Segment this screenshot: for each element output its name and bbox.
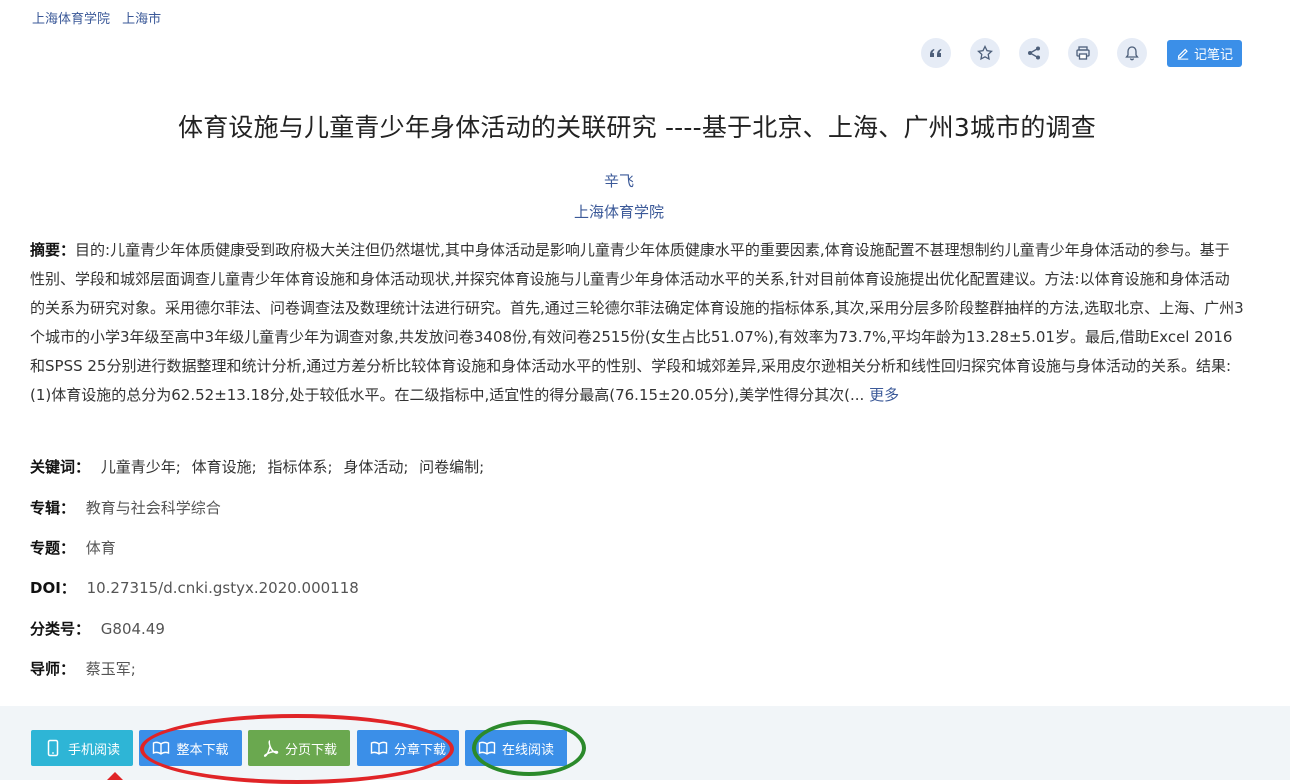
abstract: 摘要：目的:儿童青少年体质健康受到政府极大关注但仍然堪忧,其中身体活动是影响儿童…: [30, 236, 1244, 410]
topic-label: 专题：: [30, 539, 76, 557]
breadcrumb-city-link[interactable]: 上海市: [122, 12, 161, 27]
print-button[interactable]: [1067, 38, 1098, 68]
take-note-button[interactable]: 记笔记: [1166, 39, 1242, 67]
download-by-page-button[interactable]: 分页下载: [248, 730, 350, 766]
organization-link[interactable]: 上海体育学院: [0, 201, 1238, 222]
book-icon: [370, 741, 388, 755]
download-by-page-label: 分页下载: [284, 742, 337, 758]
pdf-icon: [263, 740, 279, 757]
topic-value: 体育: [85, 539, 116, 557]
keywords-label: 关键词：: [30, 458, 91, 476]
advisor-label: 导师：: [30, 660, 76, 678]
series-row: 专辑： 教育与社会科学综合: [30, 497, 221, 518]
read-online-button[interactable]: 在线阅读: [465, 730, 567, 766]
print-icon: [1076, 46, 1090, 60]
keyword-link[interactable]: 身体活动;: [343, 458, 408, 476]
keyword-link[interactable]: 问卷编制;: [419, 458, 484, 476]
doi-label: DOI：: [30, 579, 76, 597]
download-whole-label: 整本下载: [176, 742, 229, 758]
red-arrow-marker: [107, 772, 123, 780]
classification-row: 分类号： G804.49: [30, 618, 165, 639]
topic-row: 专题： 体育: [30, 537, 116, 558]
download-by-chapter-label: 分章下载: [393, 742, 446, 758]
take-note-label: 记笔记: [1193, 47, 1233, 63]
subscribe-button[interactable]: [1116, 38, 1147, 68]
book-icon: [478, 741, 496, 755]
keyword-link[interactable]: 儿童青少年;: [101, 458, 181, 476]
abstract-more-link[interactable]: 更多: [869, 386, 899, 404]
page-title: 体育设施与儿童青少年身体活动的关联研究 ----基于北京、上海、广州3城市的调查: [178, 113, 1096, 142]
series-value: 教育与社会科学综合: [85, 499, 221, 517]
quote-icon: [929, 49, 942, 57]
classification-label: 分类号：: [30, 620, 91, 638]
author-link[interactable]: 辛飞: [0, 170, 1238, 191]
phone-icon: [47, 739, 59, 757]
share-button[interactable]: [1018, 38, 1049, 68]
series-label: 专辑：: [30, 499, 76, 517]
doi-value: 10.27315/d.cnki.gstyx.2020.000118: [86, 579, 359, 597]
keyword-link[interactable]: 指标体系;: [267, 458, 332, 476]
favorite-button[interactable]: [969, 38, 1000, 68]
abstract-text: 目的:儿童青少年体质健康受到政府极大关注但仍然堪忧,其中身体活动是影响儿童青少年…: [30, 241, 1244, 404]
toolbar: 记笔记: [902, 38, 1242, 68]
mobile-read-label: 手机阅读: [67, 742, 120, 758]
breadcrumb: 上海体育学院 上海市: [32, 8, 169, 27]
advisor-row: 导师： 蔡玉军;: [30, 658, 136, 679]
advisor-link[interactable]: 蔡玉军;: [86, 660, 136, 678]
classification-value: G804.49: [100, 620, 165, 638]
download-by-chapter-button[interactable]: 分章下载: [357, 730, 459, 766]
quote-button[interactable]: [920, 38, 951, 68]
breadcrumb-school-link[interactable]: 上海体育学院: [32, 12, 110, 27]
bell-icon: [1125, 46, 1139, 61]
share-icon: [1027, 46, 1040, 60]
doi-row: DOI： 10.27315/d.cnki.gstyx.2020.000118: [30, 577, 359, 598]
read-online-label: 在线阅读: [501, 742, 554, 758]
book-icon: [153, 741, 170, 755]
star-icon: [977, 45, 993, 61]
abstract-label: 摘要：: [30, 241, 76, 259]
mobile-read-button[interactable]: 手机阅读: [31, 730, 133, 766]
keyword-link[interactable]: 体育设施;: [192, 458, 257, 476]
keywords-row: 关键词： 儿童青少年; 体育设施; 指标体系; 身体活动; 问卷编制;: [30, 456, 490, 477]
download-whole-button[interactable]: 整本下载: [139, 730, 242, 766]
pencil-icon: [1177, 48, 1189, 60]
